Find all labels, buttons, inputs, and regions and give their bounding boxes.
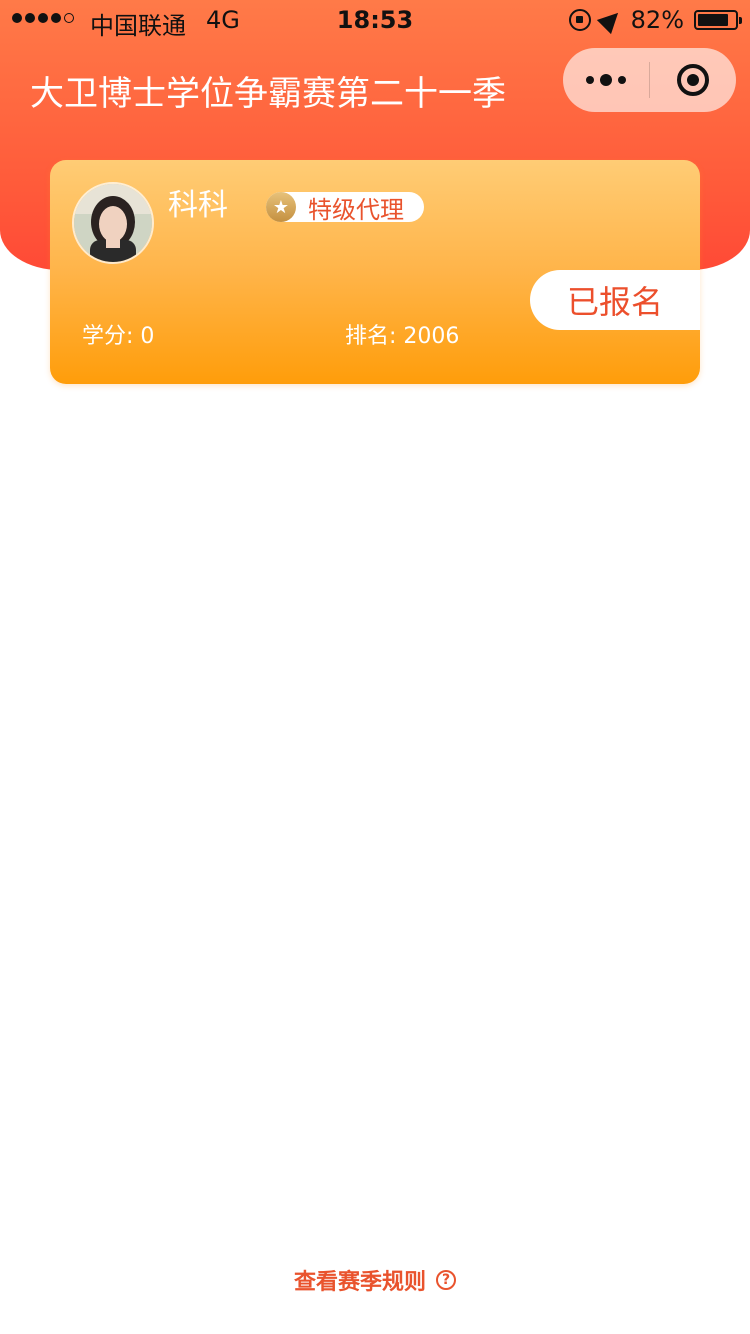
status-bar: 中国联通 4G 18:53 82% <box>0 0 750 40</box>
user-name: 科科 <box>168 188 228 223</box>
target-close-icon[interactable] <box>650 48 736 112</box>
avatar[interactable] <box>72 182 154 264</box>
enrolled-button[interactable]: 已报名 <box>530 270 700 330</box>
rank-stat: 排名: 2006 <box>345 318 459 350</box>
season-rules-link[interactable]: 查看赛季规则 ? <box>0 1264 750 1296</box>
battery-fill <box>698 14 728 26</box>
level-badge: ★ 特级代理 <box>266 192 424 224</box>
credits-value: 0 <box>140 324 155 349</box>
battery-icon <box>694 10 742 30</box>
credits-stat: 学分: 0 <box>82 318 154 350</box>
credits-label: 学分: <box>82 324 134 349</box>
more-dots-icon[interactable] <box>563 48 649 112</box>
status-indicators: 82% <box>568 5 742 35</box>
battery-percent: 82% <box>630 6 684 34</box>
star-icon: ★ <box>266 192 296 222</box>
question-circle-icon: ? <box>436 1270 456 1290</box>
page-title: 大卫博士学位争霸赛第二十一季 <box>30 74 506 114</box>
rank-value: 2006 <box>403 324 460 349</box>
mini-program-capsule <box>563 48 736 112</box>
location-arrow-icon <box>596 5 625 35</box>
rules-label: 查看赛季规则 <box>293 1270 426 1295</box>
profile-card: 科科 ★ 特级代理 已报名 学分: 0 排名: 2006 <box>50 160 700 384</box>
rank-label: 排名: <box>345 324 397 349</box>
rotation-lock-icon <box>568 9 591 31</box>
level-label: 特级代理 <box>308 195 404 224</box>
